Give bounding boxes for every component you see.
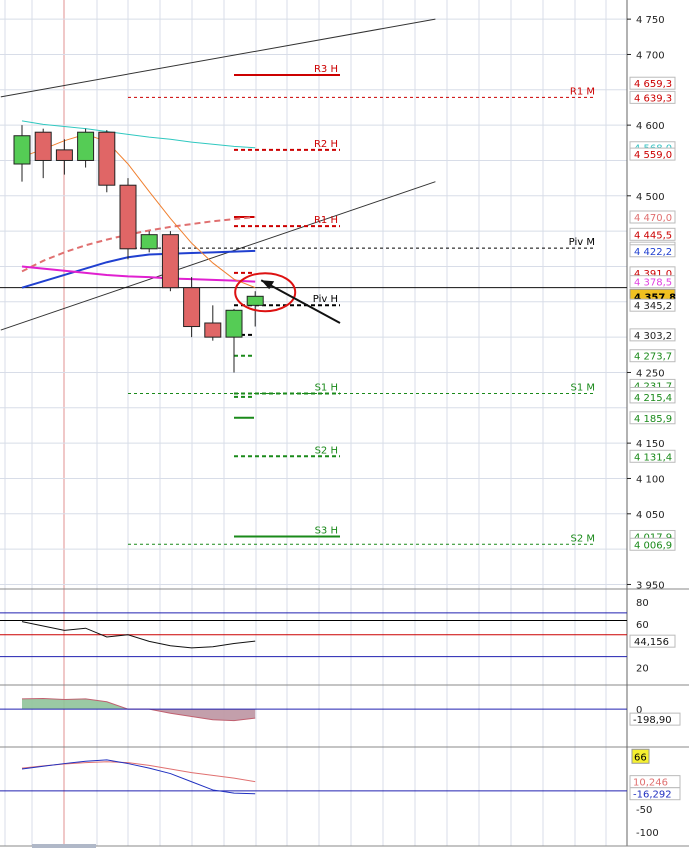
price-tag-label: 4 345,2	[634, 301, 672, 312]
price-tag-label: 4 659,3	[634, 79, 672, 90]
trendline	[0, 181, 436, 331]
pivot-level-label: S2 H	[315, 445, 338, 456]
candle-body	[119, 184, 137, 250]
axis-tick-label: 3 950	[636, 580, 665, 591]
pivot-level-label: R1 H	[314, 215, 338, 226]
price-tag-label: 4 273,7	[634, 352, 672, 363]
axis-tick-label: 4 500	[636, 192, 665, 203]
pivot-level-label: S1 H	[315, 382, 338, 393]
axis-tick-label: 4 250	[636, 368, 665, 379]
candle-body	[55, 149, 73, 161]
ma-dashed-red-line	[21, 216, 256, 273]
price-tag-label: 4 378,5	[634, 278, 672, 289]
axis-tick-label: 4 700	[636, 50, 665, 61]
candle-body	[98, 131, 116, 186]
axis-tick-label: 4 100	[636, 474, 665, 485]
pivot-level-label: S3 H	[315, 525, 338, 536]
candle-body	[161, 234, 179, 289]
oscillator-panel-2[interactable]: 0-198,90	[0, 697, 681, 726]
pivot-level-label: S2 M	[570, 533, 595, 544]
price-tag-label: 4 185,9	[634, 414, 672, 425]
axis-tick-label: 4 050	[636, 510, 665, 521]
price-tag-label: 4 445,5	[634, 230, 672, 241]
candle-body	[204, 322, 222, 338]
price-tag-label: 4 639,3	[634, 93, 672, 104]
pivot-level-label: S1 M	[570, 382, 595, 393]
oscillator-tick-label: -50	[636, 805, 652, 816]
axis-tick-label: 4 150	[636, 439, 665, 450]
oscillator-panel-1[interactable]: 80 60 20 44,156	[0, 598, 676, 675]
oscillator-tick-label: -100	[636, 828, 659, 839]
price-tag-label: 4 470,0	[634, 213, 672, 224]
pivot-level-label: R1 M	[570, 86, 595, 97]
price-tag-label: 4 006,9	[634, 540, 672, 551]
candle-body	[183, 287, 201, 328]
price-tag-label: 4 303,2	[634, 331, 672, 342]
oscillator-tick-label: 80	[636, 598, 649, 609]
trading-chart: R3 H R2 H R1 H Piv H S1 H S2 H S3 H R1 M Piv M S1…	[0, 0, 689, 848]
pivot-level-label: R3 H	[314, 64, 338, 75]
price-tag-label: 4 131,4	[634, 452, 672, 463]
candle-body	[225, 309, 243, 338]
axis-tick-label: 4 600	[636, 121, 665, 132]
price-panel[interactable]: R3 H R2 H R1 H Piv H S1 H S2 H S3 H R1 M Piv M S1…	[0, 18, 627, 545]
oscillator-value-label: 44,156	[634, 637, 669, 648]
trendline	[0, 18, 436, 98]
oscillator-tick-label: 20	[636, 664, 649, 675]
oscillator-value-label: 10,246	[633, 778, 668, 789]
pivot-level-label: Piv M	[569, 237, 595, 248]
oscillator-highlight-label: 66	[634, 752, 647, 763]
oscillator-panel-3[interactable]: -50 -100 66 10,246-16,292	[0, 748, 681, 839]
candle-body	[34, 131, 52, 161]
oscillator-value-label: -198,90	[633, 715, 672, 726]
grid	[0, 0, 689, 848]
oscillator-negative-area	[22, 709, 256, 721]
candle-body	[140, 234, 158, 250]
candle-body	[77, 131, 95, 161]
oscillator-tick-label: 60	[636, 620, 649, 631]
axis-tick-label: 4 750	[636, 15, 665, 26]
price-tag-label: 4 215,4	[634, 393, 672, 404]
price-tag-label: 4 559,0	[634, 150, 672, 161]
price-axis: 4 750 4 700 4 600 4 500 4 250 4 150 4 100 4 050…	[627, 15, 676, 591]
candle-body	[13, 135, 31, 165]
pivot-level-label: R2 H	[314, 139, 338, 150]
pivot-level-label: Piv H	[313, 294, 338, 305]
scrollbar-thumb	[32, 844, 96, 848]
oscillator-value-label: -16,292	[633, 790, 672, 801]
oscillator-positive-area	[22, 698, 256, 710]
candle-body	[246, 295, 264, 306]
price-tag-label: 4 422,2	[634, 247, 672, 258]
